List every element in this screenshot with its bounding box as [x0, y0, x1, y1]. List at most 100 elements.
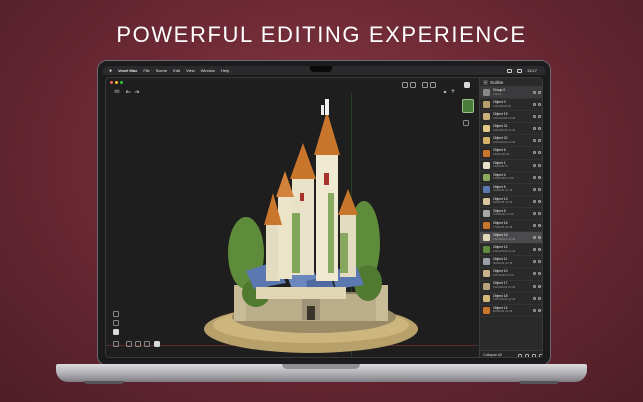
menu-edit[interactable]: Edit	[173, 68, 180, 73]
lock-icon[interactable]	[533, 103, 536, 107]
visibility-eye-icon[interactable]	[538, 103, 541, 107]
collapse-all-button[interactable]: Collapse All	[483, 353, 502, 357]
lock-icon[interactable]	[533, 187, 536, 191]
outline-row[interactable]: Object 6 18x18x100 96	[480, 147, 542, 160]
visibility-eye-icon[interactable]	[538, 163, 541, 167]
lock-icon[interactable]	[533, 91, 536, 94]
visibility-eye-icon[interactable]	[538, 151, 541, 155]
lock-icon[interactable]	[533, 115, 536, 119]
lock-icon[interactable]	[533, 248, 536, 252]
outline-row[interactable]: Object 21 100x100x50 m2 40	[480, 123, 542, 136]
outline-row[interactable]: Object 8 100x80x30 m2 48	[480, 208, 542, 221]
lock-icon[interactable]	[533, 151, 536, 155]
lock-icon[interactable]	[533, 236, 536, 240]
3d-viewport[interactable]	[106, 93, 478, 358]
menu-view[interactable]: View	[186, 68, 195, 73]
outline-panel: Outline Group 03 items Object 0 150x150x90…	[479, 78, 542, 357]
inspector-toggle-icon[interactable]	[464, 82, 470, 88]
layers-icon[interactable]	[410, 82, 416, 88]
outline-row[interactable]: Object 4 120x80x38 m2 48	[480, 172, 542, 184]
visibility-eye-icon[interactable]	[538, 91, 541, 94]
menu-window[interactable]: Window	[201, 68, 215, 73]
outline-row[interactable]: Object 14 60x60x60 m2 48	[480, 305, 542, 317]
add-object-icon[interactable]	[518, 353, 522, 357]
outline-row[interactable]: Object 0 150x150x90 98	[480, 99, 542, 112]
redo-icon[interactable]	[134, 82, 140, 95]
outline-row[interactable]: Object 5 42x42x60 m2 48	[480, 184, 542, 196]
outline-row[interactable]: Object 22 100x120x40 m2 40	[480, 135, 542, 148]
control-center-icon[interactable]	[516, 68, 522, 73]
lock-icon[interactable]	[533, 139, 536, 143]
outline-row[interactable]: Object 18 120x140x34 m2 48	[480, 293, 542, 305]
voxel-tool-icon[interactable]	[154, 341, 160, 347]
zoom-fit-icon[interactable]	[113, 311, 119, 317]
outline-row[interactable]: Object 15 150x150x40 m2 48	[480, 232, 542, 245]
menu-help[interactable]: Help	[221, 68, 229, 73]
lock-icon[interactable]	[533, 260, 536, 264]
rotate-tool-icon[interactable]	[126, 341, 132, 347]
zoom-in-icon[interactable]	[113, 320, 119, 326]
grid-icon[interactable]	[422, 82, 428, 88]
outline-row[interactable]: Object 10 100x70x40 m2 48	[480, 268, 542, 281]
lock-icon[interactable]	[533, 296, 536, 300]
visibility-eye-icon[interactable]	[538, 127, 541, 131]
visibility-eye-icon[interactable]	[538, 248, 541, 252]
duplicate-icon[interactable]	[525, 353, 529, 357]
outline-row[interactable]: Object 1 24x24x81 97	[480, 160, 542, 172]
outline-row[interactable]: Object 16 77x68x50 m2 48	[480, 220, 542, 233]
sidebar-toggle-icon[interactable]	[114, 82, 120, 95]
outline-row[interactable]: Object 12 100x120x64 m2 48	[480, 244, 542, 257]
select-tool-icon[interactable]	[113, 329, 119, 335]
menu-scene[interactable]: Scene	[156, 68, 167, 73]
visibility-eye-icon[interactable]	[538, 199, 541, 203]
visibility-eye-icon[interactable]	[538, 236, 541, 240]
render-icon[interactable]	[430, 82, 436, 88]
undo-icon[interactable]	[125, 82, 131, 95]
paint-tool-icon[interactable]	[144, 341, 150, 347]
zoom-window-button[interactable]	[120, 81, 123, 84]
outline-row[interactable]: Object 11 50x50x50 m2 48	[480, 256, 542, 269]
visibility-eye-icon[interactable]	[538, 187, 541, 191]
castle-model[interactable]	[106, 93, 478, 358]
lock-icon[interactable]	[533, 224, 536, 228]
visibility-eye-icon[interactable]	[538, 296, 541, 300]
move-tool-icon[interactable]	[113, 341, 119, 347]
share-icon[interactable]	[450, 82, 456, 94]
lock-icon[interactable]	[533, 284, 536, 288]
visibility-eye-icon[interactable]	[538, 272, 541, 276]
delete-icon[interactable]	[539, 353, 542, 357]
lock-icon[interactable]	[533, 211, 536, 215]
visibility-eye-icon[interactable]	[538, 224, 541, 228]
object-thumbnail	[483, 89, 490, 97]
visibility-eye-icon[interactable]	[538, 211, 541, 215]
battery-icon[interactable]	[506, 68, 512, 73]
outline-row[interactable]: Group 03 items	[480, 87, 542, 100]
lock-icon[interactable]	[533, 127, 536, 131]
object-dimensions: 24x24x81 97	[493, 165, 508, 169]
outline-row[interactable]: Object 13 40x40x38 m2 48	[480, 196, 542, 208]
menu-app-name[interactable]: Voxel Max	[118, 68, 137, 73]
scale-tool-icon[interactable]	[135, 341, 141, 347]
outline-row[interactable]: Object 19 190x120x80 m2 48	[480, 111, 542, 124]
visibility-eye-icon[interactable]	[538, 260, 541, 264]
visibility-eye-icon[interactable]	[538, 284, 541, 288]
apple-icon[interactable]: ●	[109, 68, 112, 74]
object-thumbnail	[483, 294, 490, 302]
lock-icon[interactable]	[533, 163, 536, 167]
visibility-eye-icon[interactable]	[538, 175, 541, 179]
visibility-eye-icon[interactable]	[538, 115, 541, 119]
outline-row[interactable]: Object 17 100x100x34 m2 48	[480, 281, 542, 293]
light-icon[interactable]	[442, 82, 448, 94]
lock-icon[interactable]	[533, 175, 536, 179]
close-window-button[interactable]	[110, 81, 113, 84]
group-icon[interactable]	[532, 353, 536, 357]
lock-icon[interactable]	[533, 272, 536, 276]
object-dimensions: 150x150x90 98	[493, 104, 511, 108]
menu-file[interactable]: File	[143, 68, 149, 73]
visibility-eye-icon[interactable]	[538, 139, 541, 143]
camera-icon[interactable]	[402, 82, 408, 88]
lock-icon[interactable]	[533, 308, 536, 312]
visibility-eye-icon[interactable]	[538, 308, 541, 312]
menu-clock[interactable]: 13:17	[527, 68, 537, 73]
lock-icon[interactable]	[533, 199, 536, 203]
